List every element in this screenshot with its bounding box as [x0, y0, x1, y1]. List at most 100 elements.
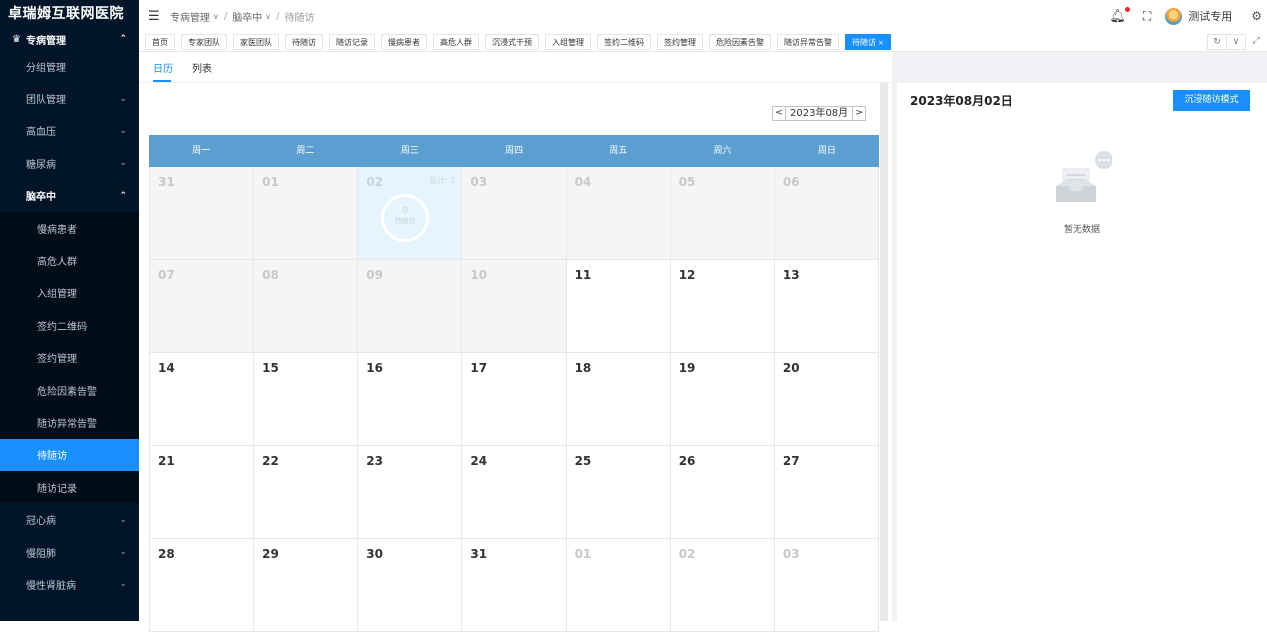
- tab-bar: 首页 专家团队 家医团队 待随访 随访记录 慢病患者 高危人群 沉浸式干预 入组管理 签约二维码 签…: [139, 32, 1267, 52]
- calendar-panel: < 2023年08月 > 周一 周二 周三 周四 周五 周六 周日 31 01 02 总计: 10…: [139, 83, 892, 632]
- calendar-day-cell[interactable]: 03: [461, 167, 566, 259]
- calendar-day-cell[interactable]: 31: [461, 539, 566, 631]
- calendar-day-cell[interactable]: 21: [149, 446, 254, 538]
- fullscreen-icon[interactable]: ⛶: [1143, 9, 1151, 24]
- calendar-day-cell[interactable]: 08: [253, 260, 358, 352]
- sidebar-item[interactable]: 高危人群: [0, 244, 139, 277]
- prev-month-button[interactable]: <: [772, 106, 786, 121]
- calendar-day-cell[interactable]: 23: [357, 446, 462, 538]
- tab-item[interactable]: 签约管理: [657, 34, 703, 50]
- sidebar-item[interactable]: 待随访: [0, 438, 139, 472]
- calendar-day-cell[interactable]: 02: [669, 539, 774, 631]
- sidebar-item[interactable]: 签约管理: [0, 341, 139, 374]
- day-number: 30: [366, 547, 383, 561]
- menu-fold-icon[interactable]: ☰: [148, 9, 162, 24]
- sidebar-item[interactable]: 危险因素告警: [0, 373, 139, 407]
- sidebar-item[interactable]: 入组管理: [0, 276, 139, 310]
- tab-item[interactable]: 随访异常告警: [777, 34, 839, 50]
- tab-item[interactable]: 签约二维码: [597, 34, 651, 50]
- tab-calendar-view[interactable]: 日历: [153, 60, 173, 75]
- calendar-day-cell[interactable]: 06: [773, 167, 879, 259]
- tab-list-view[interactable]: 列表: [192, 60, 212, 75]
- sidebar-item[interactable]: 随访记录: [0, 471, 139, 504]
- calendar-day-cell[interactable]: 26: [669, 446, 774, 538]
- calendar-day-cell[interactable]: 19: [669, 353, 774, 445]
- close-icon[interactable]: ×: [878, 39, 884, 47]
- sidebar-item[interactable]: 脑卒中 ⌃: [0, 180, 139, 212]
- tab-item[interactable]: 专家团队: [181, 34, 227, 50]
- calendar-day-cell[interactable]: 11: [565, 260, 670, 352]
- day-number: 14: [158, 361, 175, 375]
- day-number: 07: [158, 268, 175, 282]
- sidebar-item[interactable]: 糖尿病 ⌄: [0, 147, 139, 179]
- calendar-day-cell[interactable]: 02 总计: 1 0 待随访: [357, 167, 462, 259]
- username[interactable]: 测试专用: [1188, 8, 1232, 24]
- tab-item[interactable]: 首页: [145, 34, 175, 50]
- breadcrumb-item-2[interactable]: 脑卒中: [232, 9, 262, 24]
- sidebar-item[interactable]: 慢性肾脏病 ⌄: [0, 568, 139, 600]
- calendar-day-cell[interactable]: 22: [253, 446, 358, 538]
- tab-item[interactable]: 入组管理: [545, 34, 591, 50]
- calendar-day-cell[interactable]: 10: [461, 260, 566, 352]
- calendar-day-cell[interactable]: 05: [669, 167, 774, 259]
- sidebar-item-label: 慢性肾脏病: [26, 580, 76, 592]
- day-number: 04: [574, 175, 592, 189]
- calendar-day-cell[interactable]: 18: [565, 353, 670, 445]
- immersive-followup-button[interactable]: 沉浸随访模式: [1173, 90, 1250, 111]
- calendar-day-cell[interactable]: 07: [149, 260, 254, 352]
- bell-icon[interactable]: 🔔︎: [1109, 6, 1130, 24]
- tab-item[interactable]: 沉浸式干预: [485, 34, 539, 50]
- day-number: 02: [678, 547, 696, 561]
- chevron-down-icon[interactable]: ∨: [1226, 34, 1246, 50]
- calendar-day-cell[interactable]: 17: [461, 353, 566, 445]
- sidebar-item[interactable]: 签约二维码: [0, 309, 139, 342]
- breadcrumb-item-1[interactable]: 专病管理: [170, 9, 210, 24]
- expand-icon[interactable]: ⤢: [1245, 34, 1267, 50]
- calendar-day-cell[interactable]: 13: [773, 260, 879, 352]
- calendar-day-cell[interactable]: 20: [773, 353, 879, 445]
- month-label: 2023年08月: [786, 106, 853, 121]
- calendar-day-cell[interactable]: 01: [253, 167, 358, 259]
- calendar-day-cell[interactable]: 12: [669, 260, 774, 352]
- avatar[interactable]: [1165, 7, 1183, 25]
- weekday-label: 周一: [192, 146, 211, 156]
- calendar-day-cell[interactable]: 14: [149, 353, 254, 445]
- tab-item[interactable]: 高危人群: [433, 34, 479, 50]
- calendar-day-cell[interactable]: 09: [357, 260, 462, 352]
- calendar-day-cell[interactable]: 25: [565, 446, 670, 538]
- tab-item[interactable]: 待随访: [285, 34, 323, 50]
- day-number: 25: [574, 454, 592, 468]
- day-number: 01: [262, 175, 279, 189]
- sidebar-item[interactable]: 高血压 ⌄: [0, 115, 139, 147]
- sidebar-item[interactable]: 慢病患者: [0, 211, 139, 245]
- tab-item[interactable]: 随访记录: [329, 34, 375, 50]
- calendar-day-cell[interactable]: 27: [773, 446, 879, 538]
- calendar-day-cell[interactable]: 04: [565, 167, 670, 259]
- calendar-day-cell[interactable]: 31: [149, 167, 254, 259]
- tab-item[interactable]: 慢病患者: [381, 34, 427, 50]
- chevron-down-icon: ∨: [213, 11, 219, 21]
- refresh-icon[interactable]: ↻: [1207, 34, 1227, 50]
- calendar-day-cell[interactable]: 15: [253, 353, 358, 445]
- calendar-day-cell[interactable]: 16: [357, 353, 462, 445]
- tab-item[interactable]: 危险因素告警: [709, 34, 771, 50]
- sidebar-item[interactable]: 分组管理: [0, 50, 139, 82]
- followup-count-ring[interactable]: 0 待随访: [381, 194, 430, 242]
- calendar-day-cell[interactable]: 24: [461, 446, 566, 538]
- sidebar-item[interactable]: 团队管理 ⌄: [0, 82, 139, 114]
- calendar-day-cell[interactable]: 03: [773, 539, 879, 631]
- tab-item[interactable]: 家医团队: [233, 34, 279, 50]
- menu-dept-header[interactable]: ♛ 专病管理 ⌃: [0, 28, 139, 50]
- calendar-day-cell[interactable]: 29: [253, 539, 358, 631]
- calendar-day-cell[interactable]: 01: [565, 539, 670, 631]
- sidebar-item[interactable]: 慢阻肺 ⌄: [0, 536, 139, 568]
- sidebar-item[interactable]: 随访异常告警: [0, 406, 139, 439]
- tab-label: 首页: [152, 38, 168, 47]
- tab-item[interactable]: 待随访 ×: [845, 34, 891, 50]
- gear-icon[interactable]: ⚙: [1251, 9, 1262, 23]
- calendar-day-cell[interactable]: 30: [357, 539, 462, 631]
- tab-label: 待随访: [852, 38, 876, 47]
- next-month-button[interactable]: >: [852, 106, 867, 121]
- sidebar-item[interactable]: 冠心病 ⌄: [0, 503, 139, 535]
- calendar-day-cell[interactable]: 28: [149, 539, 254, 631]
